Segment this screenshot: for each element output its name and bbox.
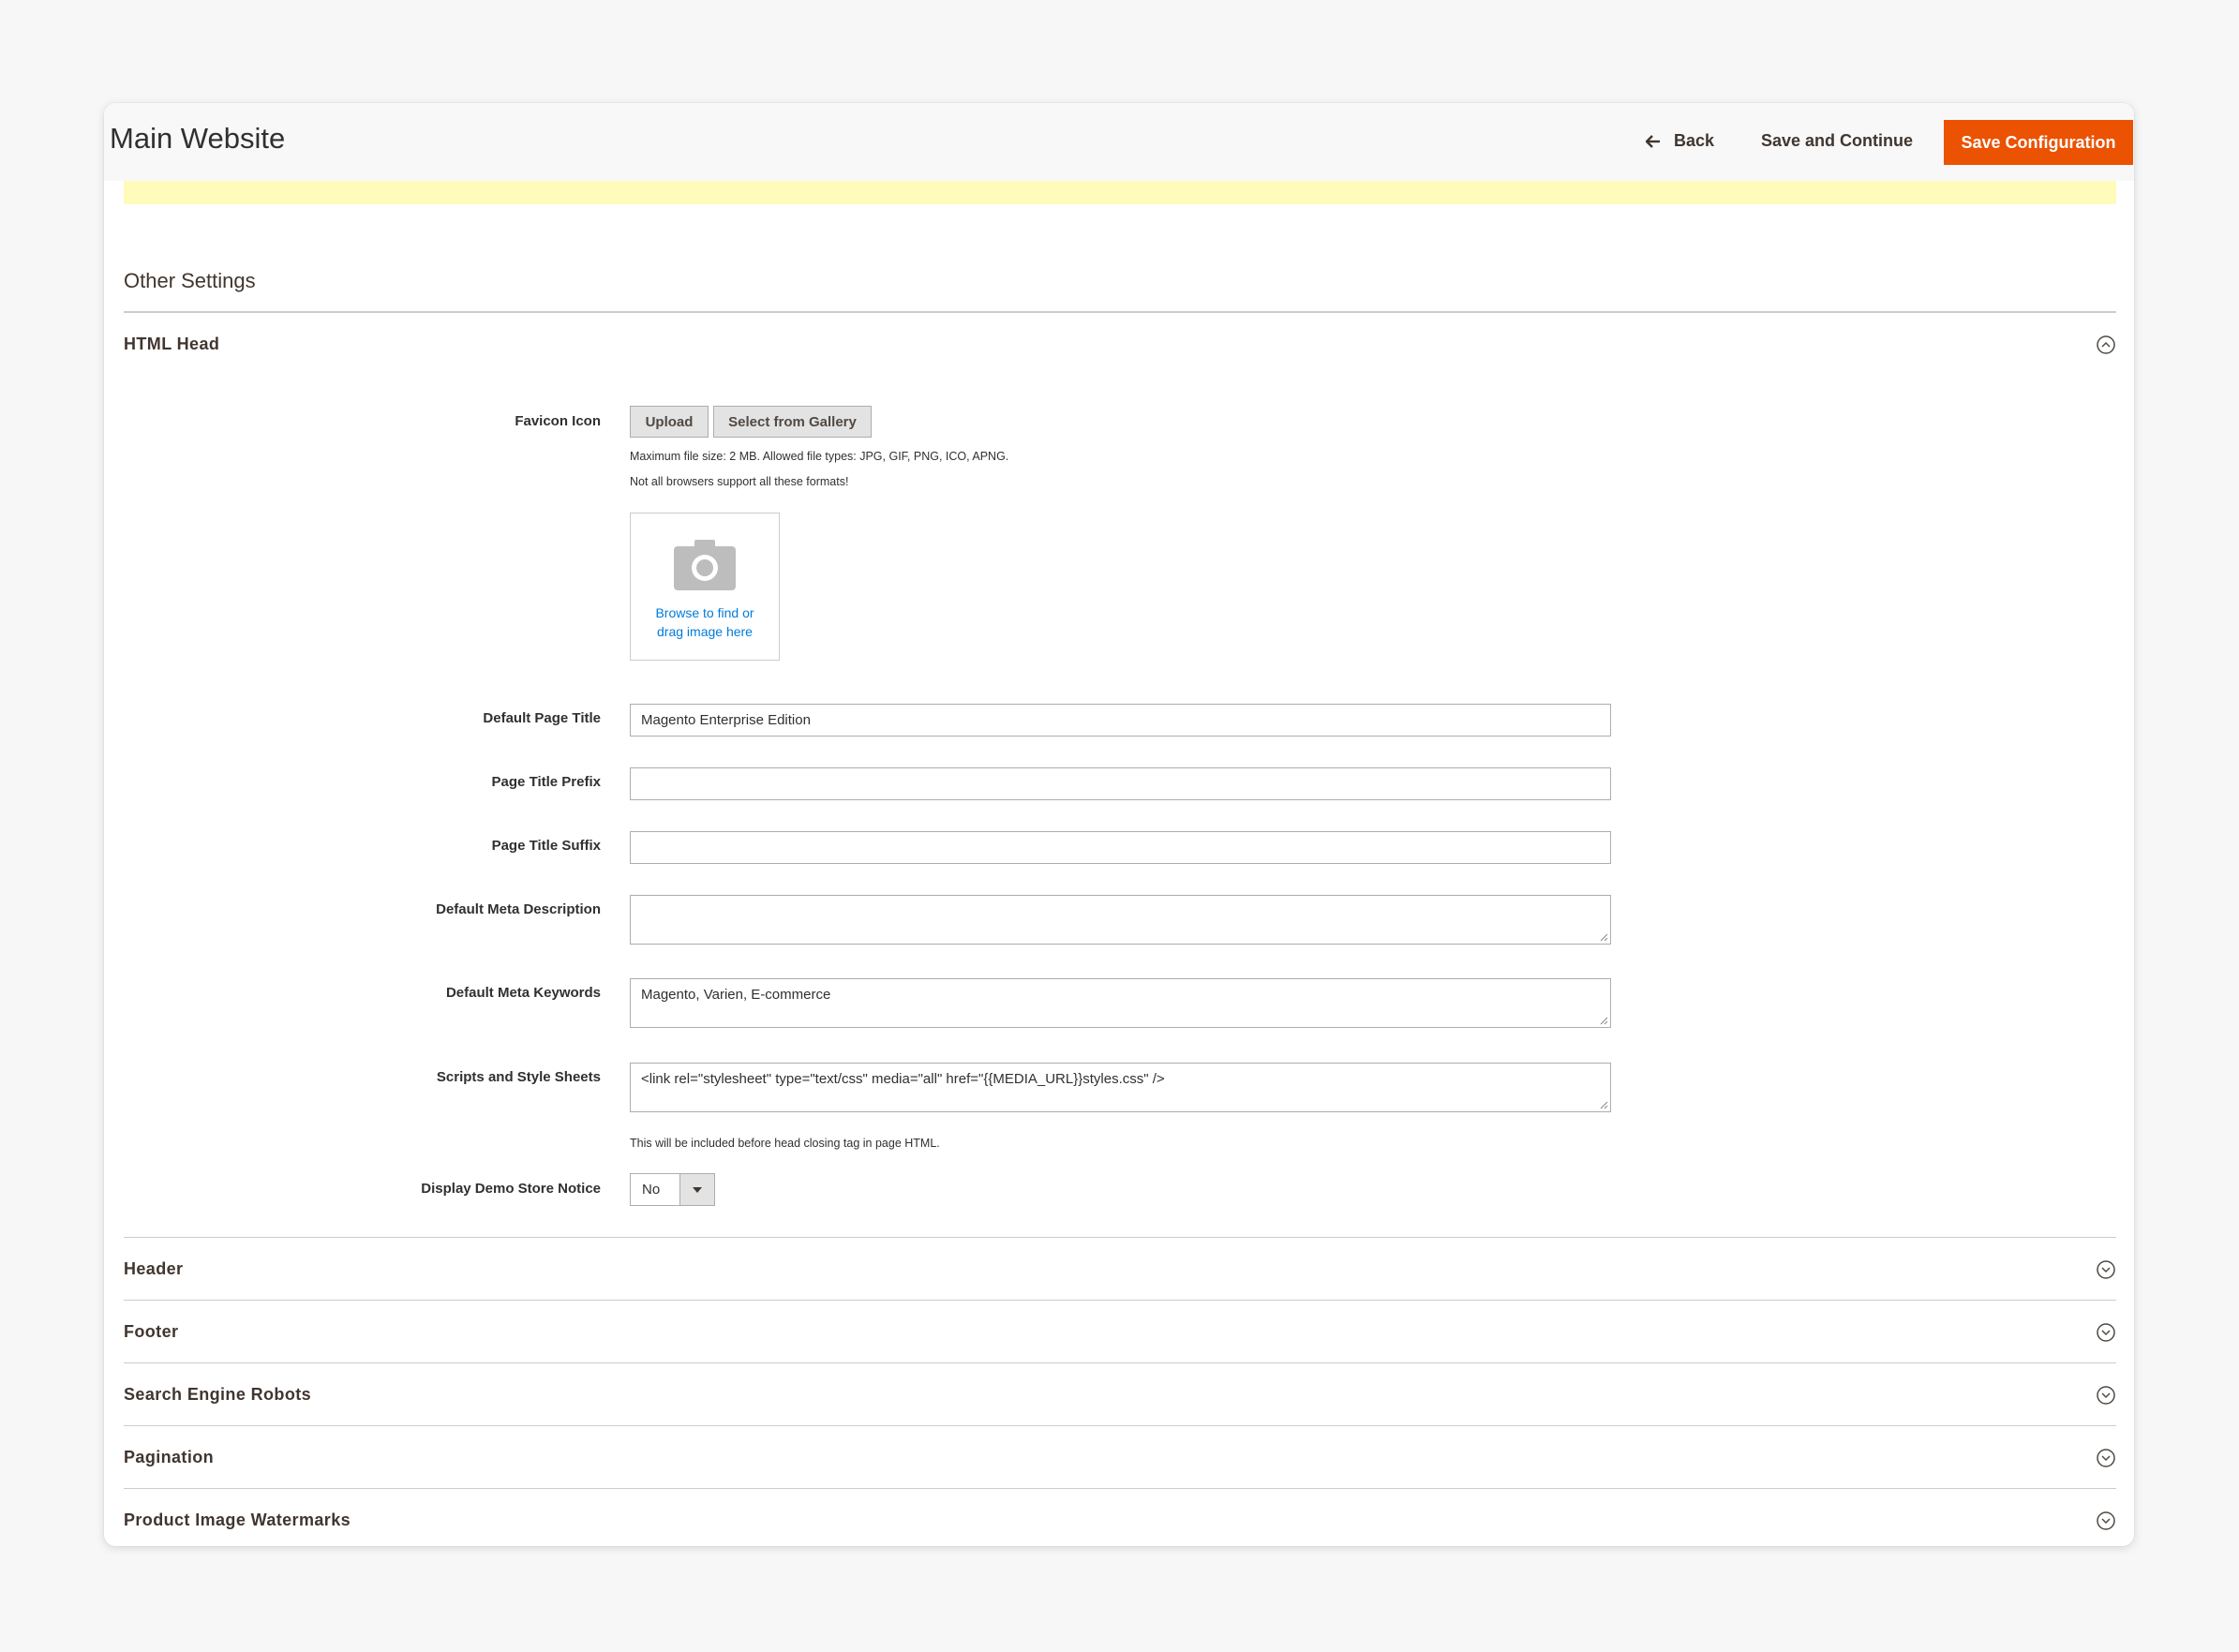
- display-demo-store-notice-select[interactable]: No: [630, 1173, 715, 1206]
- group-title: HTML Head: [124, 335, 220, 353]
- upload-button[interactable]: Upload: [630, 406, 709, 438]
- scripts-note: This will be included before head closin…: [630, 1137, 940, 1150]
- chevron-down-circle-icon[interactable]: [2096, 1385, 2116, 1406]
- scripts-and-style-sheets-value: <link rel="stylesheet" type="text/css" m…: [641, 1071, 1165, 1087]
- arrow-left-icon: [1646, 134, 1661, 148]
- group-title: Product Image Watermarks: [124, 1511, 351, 1529]
- configuration-window: Main Website Back Save and Continue Save…: [104, 103, 2134, 1546]
- scripts-and-style-sheets-textarea[interactable]: <link rel="stylesheet" type="text/css" m…: [630, 1063, 1611, 1112]
- group-header-search-engine-robots[interactable]: Search Engine Robots: [124, 1377, 2116, 1415]
- chevron-down-circle-icon[interactable]: [2096, 1322, 2116, 1343]
- file-size-note: Maximum file size: 2 MB. Allowed file ty…: [630, 450, 1009, 463]
- default-meta-description-textarea[interactable]: [630, 895, 1611, 945]
- camera-icon: [674, 538, 736, 597]
- group-divider: [124, 1237, 2116, 1238]
- page-header: Main Website Back Save and Continue Save…: [104, 103, 2134, 181]
- favicon-icon-label: Favicon Icon: [515, 413, 601, 429]
- dropdown-arrow-icon[interactable]: [679, 1174, 714, 1205]
- group-divider: [124, 1362, 2116, 1363]
- group-header-product-image-watermarks[interactable]: Product Image Watermarks: [124, 1503, 2116, 1540]
- resize-grip-icon[interactable]: [1599, 1100, 1608, 1109]
- chevron-down-circle-icon[interactable]: [2096, 1511, 2116, 1531]
- page-title-prefix-label: Page Title Prefix: [491, 774, 601, 790]
- group-divider: [124, 1425, 2116, 1426]
- display-demo-store-notice-label: Display Demo Store Notice: [421, 1181, 601, 1197]
- browser-support-note: Not all browsers support all these forma…: [630, 475, 849, 488]
- page-title-suffix-input[interactable]: [630, 831, 1611, 864]
- page-title: Main Website: [110, 122, 286, 155]
- section-title: Other Settings: [124, 269, 256, 292]
- group-header-html-head[interactable]: HTML Head: [124, 327, 2116, 365]
- default-meta-keywords-textarea[interactable]: Magento, Varien, E-commerce: [630, 978, 1611, 1028]
- select-from-gallery-button[interactable]: Select from Gallery: [713, 406, 872, 438]
- chevron-down-circle-icon[interactable]: [2096, 1448, 2116, 1468]
- group-header-pagination[interactable]: Pagination: [124, 1440, 2116, 1478]
- group-divider: [124, 1300, 2116, 1301]
- image-dropzone[interactable]: Browse to find or drag image here: [630, 513, 780, 661]
- page-title-prefix-input[interactable]: [630, 767, 1611, 800]
- save-and-continue-button[interactable]: Save and Continue: [1761, 131, 1913, 151]
- chevron-down-circle-icon[interactable]: [2096, 1259, 2116, 1280]
- page-title-suffix-label: Page Title Suffix: [491, 838, 601, 854]
- dropzone-text-line-1: Browse to find or: [655, 605, 754, 620]
- section-divider: [124, 311, 2116, 313]
- scripts-and-style-sheets-label: Scripts and Style Sheets: [436, 1069, 601, 1085]
- dropzone-text[interactable]: Browse to find or drag image here: [631, 603, 779, 641]
- back-button[interactable]: Back: [1646, 131, 1714, 151]
- select-value: No: [642, 1182, 661, 1198]
- default-page-title-input[interactable]: Magento Enterprise Edition: [630, 704, 1611, 737]
- notice-bar: [124, 181, 2116, 204]
- chevron-up-circle-icon[interactable]: [2096, 335, 2116, 355]
- group-header-footer[interactable]: Footer: [124, 1315, 2116, 1352]
- group-header-header[interactable]: Header: [124, 1252, 2116, 1289]
- save-configuration-button[interactable]: Save Configuration: [1944, 120, 2133, 165]
- default-page-title-label: Default Page Title: [483, 710, 601, 726]
- resize-grip-icon[interactable]: [1599, 932, 1608, 942]
- group-divider: [124, 1488, 2116, 1489]
- group-title: Search Engine Robots: [124, 1385, 312, 1404]
- group-title: Header: [124, 1259, 184, 1278]
- back-button-label: Back: [1674, 131, 1715, 150]
- resize-grip-icon[interactable]: [1599, 1016, 1608, 1025]
- default-meta-keywords-label: Default Meta Keywords: [445, 985, 601, 1001]
- group-title: Pagination: [124, 1448, 215, 1466]
- dropzone-text-line-2: drag image here: [657, 624, 753, 639]
- group-title: Footer: [124, 1322, 179, 1341]
- default-meta-description-label: Default Meta Description: [436, 901, 601, 917]
- default-meta-keywords-value: Magento, Varien, E-commerce: [641, 987, 831, 1003]
